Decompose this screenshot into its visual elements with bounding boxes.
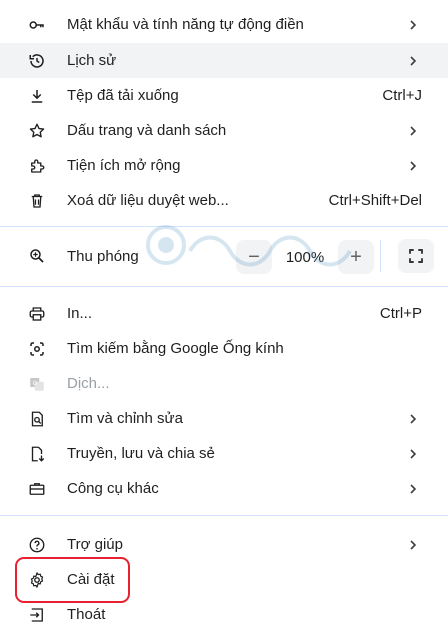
menu-item-label: Thoát [67, 606, 106, 623]
download-icon [27, 86, 47, 106]
menu-item-label: Công cụ khác [67, 480, 159, 497]
print-icon [27, 304, 47, 324]
menu-item-find-edit[interactable]: Tìm và chỉnh sửa [0, 401, 448, 436]
menu-item-history[interactable]: Lịch sử [0, 43, 448, 78]
menu-item-label: Tìm kiếm bằng Google Ống kính [67, 340, 284, 357]
menu-item-passwords-autofill[interactable]: Mật khẩu và tính năng tự động điền [0, 7, 448, 42]
cast-save-share-icon [27, 444, 47, 464]
menu-item-extensions[interactable]: Tiện ích mở rộng [0, 148, 448, 183]
menu-item-google-lens[interactable]: Tìm kiếm bằng Google Ống kính [0, 331, 448, 366]
trash-icon [27, 191, 47, 211]
menu-divider [0, 286, 448, 287]
shortcut-label: Ctrl+P [379, 305, 422, 322]
menu-divider [0, 515, 448, 516]
menu-item-label: Dịch... [67, 375, 110, 392]
chevron-right-icon [406, 124, 420, 138]
menu-item-cast-save-share[interactable]: Truyền, lưu và chia sẻ [0, 436, 448, 471]
help-icon [27, 535, 47, 555]
chevron-right-icon [406, 159, 420, 173]
menu-item-label: Trợ giúp [67, 536, 123, 553]
menu-item-label: Lịch sử [67, 52, 117, 69]
zoom-label: Thu phóng [67, 247, 139, 265]
menu-item-downloads[interactable]: Tệp đã tải xuống Ctrl+J [0, 78, 448, 113]
fullscreen-button[interactable] [398, 239, 434, 273]
menu-item-label: Truyền, lưu và chia sẻ [67, 445, 215, 462]
zoom-out-button[interactable]: − [236, 240, 272, 274]
chevron-right-icon [406, 447, 420, 461]
find-edit-icon [27, 409, 47, 429]
translate-icon: G [27, 374, 47, 394]
settings-highlight-box [15, 557, 130, 603]
menu-item-label: Tìm và chỉnh sửa [67, 410, 183, 427]
menu-item-label: Tiện ích mở rộng [67, 157, 181, 174]
menu-item-translate[interactable]: G Dịch... [0, 366, 448, 401]
key-icon [27, 15, 47, 35]
zoom-level: 100% [285, 248, 325, 266]
zoom-in-button[interactable]: + [338, 240, 374, 274]
menu-item-clear-browsing-data[interactable]: Xoá dữ liệu duyệt web... Ctrl+Shift+Del [0, 183, 448, 218]
menu-item-label: Dấu trang và danh sách [67, 122, 227, 139]
menu-item-label: Mật khẩu và tính năng tự động điền [67, 16, 304, 33]
toolbox-icon [27, 479, 47, 499]
exit-icon [27, 605, 47, 624]
menu-item-label: Tệp đã tải xuống [67, 87, 179, 104]
fullscreen-icon [407, 247, 425, 265]
chevron-right-icon [406, 18, 420, 32]
chevron-right-icon [406, 482, 420, 496]
google-lens-icon [27, 339, 47, 359]
menu-item-more-tools[interactable]: Công cụ khác [0, 471, 448, 506]
menu-item-print[interactable]: In... Ctrl+P [0, 296, 448, 331]
zoom-icon [27, 246, 47, 266]
star-icon [27, 121, 47, 141]
menu-item-label: Xoá dữ liệu duyệt web... [67, 192, 229, 209]
chevron-right-icon [406, 538, 420, 552]
shortcut-label: Ctrl+Shift+Del [328, 192, 422, 209]
menu-item-label: In... [67, 305, 93, 322]
zoom-controls: − 100% + [236, 239, 374, 275]
menu-item-bookmarks-lists[interactable]: Dấu trang và danh sách [0, 113, 448, 148]
history-icon [27, 51, 47, 71]
shortcut-label: Ctrl+J [382, 87, 422, 104]
chrome-main-menu: Mật khẩu và tính năng tự động điền Lịch … [0, 0, 448, 624]
extension-icon [27, 156, 47, 176]
menu-divider [0, 226, 448, 227]
chevron-right-icon [406, 54, 420, 68]
chevron-right-icon [406, 412, 420, 426]
zoom-separator [380, 240, 381, 272]
svg-text:G: G [33, 379, 38, 386]
